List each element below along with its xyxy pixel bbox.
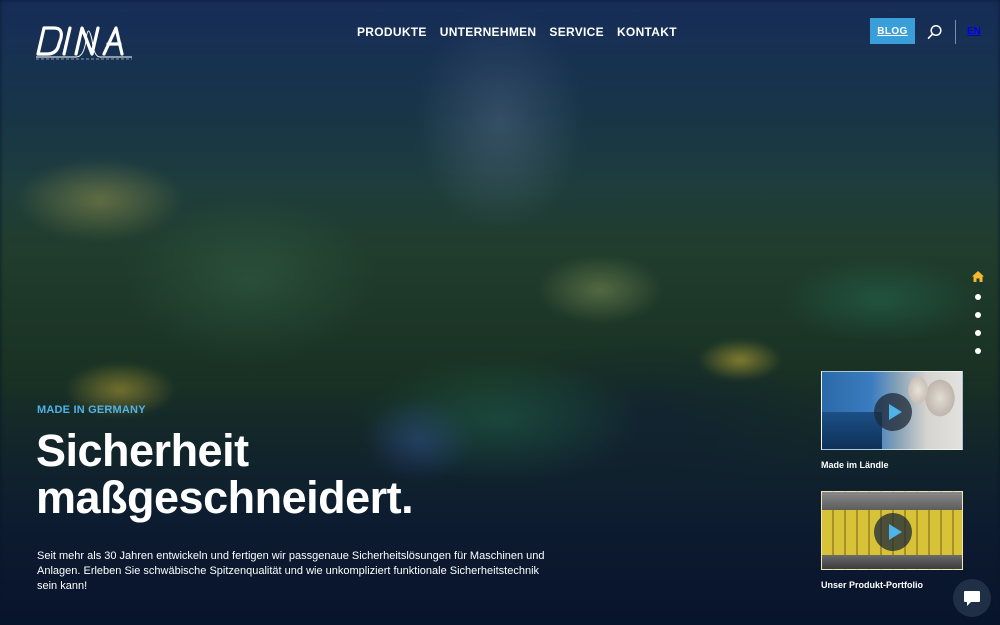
hero-title: Sicherheit maßgeschneidert.	[36, 427, 556, 521]
video-card-made-im-laendle[interactable]: Made im Ländle	[821, 371, 963, 470]
nav-item-service[interactable]: SERVICE	[549, 25, 604, 39]
section-dot-3[interactable]	[975, 330, 981, 336]
main-navigation: PRODUKTE UNTERNEHMEN SERVICE KONTAKT	[357, 25, 677, 39]
home-icon[interactable]	[972, 271, 984, 282]
chat-button[interactable]	[953, 579, 991, 617]
search-icon[interactable]	[927, 24, 943, 40]
video-caption[interactable]: Unser Produkt-Portfolio	[821, 580, 963, 590]
nav-item-kontakt[interactable]: KONTAKT	[617, 25, 677, 39]
hero-title-line-2: maßgeschneidert.	[36, 472, 414, 523]
play-icon[interactable]	[874, 393, 912, 431]
language-switch[interactable]: EN	[967, 26, 981, 37]
hero-title-line-1: Sicherheit	[36, 425, 249, 476]
video-thumbnail[interactable]	[821, 491, 963, 570]
dina-logo[interactable]	[36, 20, 132, 62]
chat-bubble-icon	[964, 591, 980, 606]
video-thumbnail[interactable]	[821, 371, 963, 450]
section-dot-4[interactable]	[975, 348, 981, 354]
section-dot-2[interactable]	[975, 312, 981, 318]
hero-description: Seit mehr als 30 Jahren entwickeln und f…	[37, 550, 545, 592]
blog-button[interactable]: BLOG	[870, 18, 915, 44]
hero-eyebrow: MADE IN GERMANY	[37, 404, 146, 416]
video-caption[interactable]: Made im Ländle	[821, 460, 963, 470]
header-divider	[955, 20, 956, 44]
section-dot-1[interactable]	[975, 294, 981, 300]
video-card-produkt-portfolio[interactable]: Unser Produkt-Portfolio	[821, 491, 963, 590]
section-dots-nav	[972, 271, 984, 354]
play-icon[interactable]	[874, 513, 912, 551]
dina-logo-icon	[36, 26, 132, 60]
nav-item-produkte[interactable]: PRODUKTE	[357, 25, 427, 39]
nav-item-unternehmen[interactable]: UNTERNEHMEN	[440, 25, 537, 39]
